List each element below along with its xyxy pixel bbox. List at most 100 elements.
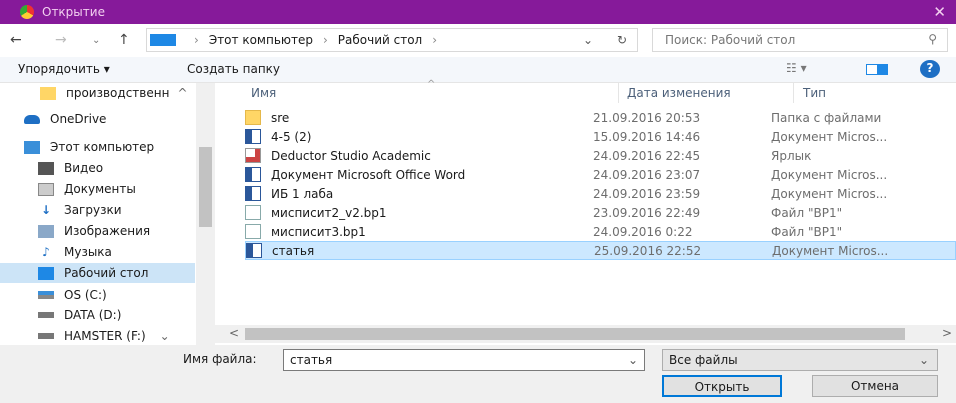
sidebar-scrollbar[interactable] (196, 83, 215, 345)
file-type: Ярлык (771, 148, 812, 163)
scroll-right-icon[interactable]: > (942, 326, 952, 340)
open-button[interactable]: Открыть (662, 375, 782, 397)
file-row[interactable]: Документ Microsoft Office Word 24.09.2016… (245, 165, 956, 184)
sidebar-item-label: DATA (D:) (64, 308, 122, 322)
forward-icon[interactable]: → (55, 32, 67, 48)
sidebar-item-downloads[interactable]: ↓ Загрузки (38, 200, 122, 220)
chevron-down-icon[interactable]: ⌄ (583, 33, 593, 47)
file-name-cell: Deductor Studio Academic (245, 148, 593, 163)
new-folder-button[interactable]: Создать папку (187, 62, 280, 76)
pictures-icon (38, 224, 54, 238)
file-type-select[interactable]: Все файлы ⌄ (662, 349, 938, 371)
help-icon[interactable]: ? (920, 60, 940, 78)
file-row[interactable]: статья 25.09.2016 22:52 Документ Micros... (245, 241, 956, 260)
sidebar-item-music[interactable]: ♪ Музыка (38, 242, 112, 262)
horizontal-scrollbar[interactable]: < > (215, 325, 956, 343)
column-header-type[interactable]: Тип (803, 86, 826, 100)
cloud-icon (24, 114, 40, 124)
sidebar-item-pictures[interactable]: Изображения (38, 221, 150, 241)
file-date: 25.09.2016 22:52 (594, 243, 702, 258)
back-icon[interactable]: ← (10, 32, 22, 48)
file-name: статья (272, 243, 315, 258)
file-type: Папка с файлами (771, 110, 882, 125)
file-name: 4-5 (2) (271, 129, 312, 144)
title-bar: Открытие ✕ (0, 0, 956, 24)
desktop-icon (38, 266, 54, 280)
close-icon[interactable]: ✕ (933, 3, 946, 21)
word-file-icon (246, 243, 262, 258)
file-row[interactable]: миспиcит2_v2.bp1 23.09.2016 22:49 Файл "BP… (245, 203, 956, 222)
file-row[interactable]: ИБ 1 лаба 24.09.2016 23:59 Документ Micros… (245, 184, 956, 203)
filename-value: статья (290, 353, 333, 367)
file-name-cell: миспиcит3.bp1 (245, 224, 593, 239)
up-icon[interactable]: ↑ (118, 32, 130, 48)
cancel-button[interactable]: Отмена (812, 375, 938, 397)
navigation-pane: производственн ^ OneDrive Этот компьютер … (0, 83, 215, 345)
file-date: 15.09.2016 14:46 (593, 129, 701, 144)
sidebar-item-documents[interactable]: Документы (38, 179, 136, 199)
file-row[interactable]: 4-5 (2) 15.09.2016 14:46 Документ Micros..… (245, 127, 956, 146)
file-date: 24.09.2016 0:22 (593, 224, 693, 239)
view-options-icon[interactable]: ☷ ▾ (786, 61, 807, 75)
scroll-left-icon[interactable]: < (229, 326, 239, 340)
preview-pane-icon[interactable] (866, 64, 888, 75)
refresh-icon[interactable]: ↻ (617, 33, 627, 47)
scrollbar-thumb[interactable] (199, 147, 212, 227)
file-type: Документ Micros... (771, 167, 888, 182)
file-type: Документ Micros... (772, 243, 889, 258)
toolbar: Упорядочить ▾ Создать папку ☷ ▾ ? (0, 57, 956, 83)
search-placeholder: Поиск: Рабочий стол (665, 33, 796, 47)
file-name-cell: ИБ 1 лаба (245, 186, 593, 201)
search-input[interactable]: Поиск: Рабочий стол ⚲ (652, 28, 948, 52)
scroll-up-icon[interactable]: ^ (177, 86, 187, 100)
file-name: миспиcит3.bp1 (271, 224, 366, 239)
sidebar-item-drive-f[interactable]: HAMSTER (F:) ⌄ (38, 326, 170, 346)
word-file-icon (245, 167, 261, 182)
computer-icon (150, 34, 176, 46)
sidebar-item-drive-d[interactable]: DATA (D:) (38, 305, 121, 325)
file-name-cell: Документ Microsoft Office Word (245, 167, 593, 182)
recent-chevron-icon[interactable]: ⌄ (92, 35, 100, 46)
documents-icon (38, 182, 54, 196)
sidebar-item-label: OS (C:) (64, 288, 107, 302)
crumb-computer[interactable]: Этот компьютер (209, 33, 313, 47)
address-row: ← → ⌄ ↑ › Этот компьютер › Рабочий стол … (0, 26, 956, 56)
drive-icon (38, 333, 54, 339)
scrollbar-thumb[interactable] (245, 328, 905, 340)
file-name: Deductor Studio Academic (271, 148, 431, 163)
computer-icon (24, 140, 40, 154)
file-name-cell: статья (246, 243, 594, 258)
sidebar-item-label: Этот компьютер (50, 140, 155, 154)
sidebar-item-production[interactable]: производственн ^ (40, 83, 188, 103)
sidebar-item-drive-c[interactable]: OS (C:) (38, 285, 107, 305)
folder-file-icon (245, 110, 261, 125)
file-row[interactable]: Deductor Studio Academic 24.09.2016 22:45… (245, 146, 956, 165)
crumb-desktop[interactable]: Рабочий стол (338, 33, 422, 47)
file-type: Документ Micros... (771, 129, 888, 144)
organize-button[interactable]: Упорядочить ▾ (18, 62, 110, 76)
scroll-down-icon[interactable]: ⌄ (160, 329, 170, 343)
file-row[interactable]: миспиcит3.bp1 24.09.2016 0:22 Файл "BP1" (245, 222, 956, 241)
sidebar-item-label: производственн (66, 86, 170, 100)
filename-input[interactable]: статья ⌄ (283, 349, 645, 371)
chevron-down-icon[interactable]: ⌄ (919, 353, 929, 367)
video-icon (38, 161, 54, 175)
file-date: 24.09.2016 23:59 (593, 186, 701, 201)
folder-icon (40, 86, 56, 100)
sidebar-item-label: HAMSTER (F:) (64, 329, 146, 343)
chevron-down-icon[interactable]: ⌄ (628, 353, 638, 367)
column-header-name[interactable]: Имя (251, 86, 276, 100)
column-header-date[interactable]: Дата изменения (627, 86, 731, 100)
file-date: 23.09.2016 22:49 (593, 205, 701, 220)
breadcrumb[interactable]: › Этот компьютер › Рабочий стол › ⌄ ↻ (146, 28, 638, 52)
sidebar-item-onedrive[interactable]: OneDrive (24, 109, 106, 129)
filename-label: Имя файла: (183, 352, 257, 366)
file-row[interactable]: sre 21.09.2016 20:53 Папка с файлами (245, 108, 956, 127)
file-type: Файл "BP1" (771, 224, 843, 239)
sidebar-item-label: OneDrive (50, 112, 107, 126)
sidebar-item-desktop[interactable]: Рабочий стол (0, 263, 195, 283)
sidebar-item-this-pc[interactable]: Этот компьютер (24, 137, 154, 157)
word-file-icon (245, 186, 261, 201)
sidebar-item-video[interactable]: Видео (38, 158, 103, 178)
file-file-icon (245, 205, 261, 220)
